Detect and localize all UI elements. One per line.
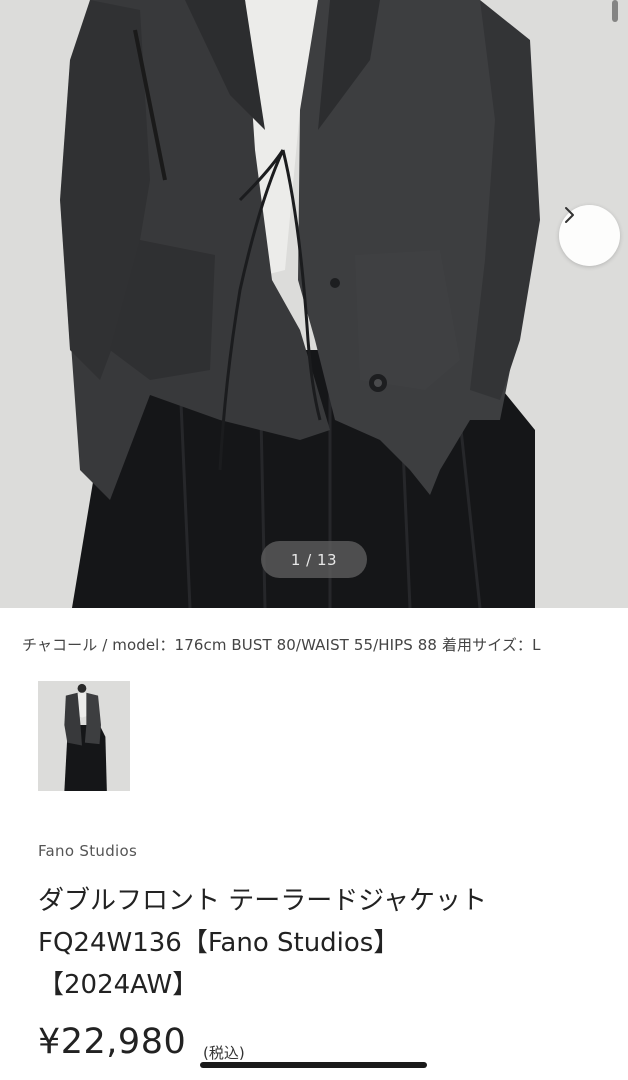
product-title-line: 【2024AW】 xyxy=(38,970,199,1000)
brand-name[interactable]: Fano Studios xyxy=(38,842,137,860)
product-price: ¥22,980 xyxy=(38,1022,187,1062)
image-caption: チャコール / model：176cm BUST 80/WAIST 55/HIP… xyxy=(22,636,541,654)
home-indicator xyxy=(200,1062,427,1068)
image-counter: 1 / 13 xyxy=(261,541,367,578)
product-title: ダブルフロント テーラードジャケット FQ24W136【Fano Studios… xyxy=(38,880,578,1006)
thumbnail-1[interactable] xyxy=(38,681,130,791)
tax-included-note: (税込) xyxy=(203,1044,245,1062)
product-title-line: ダブルフロント テーラードジャケット xyxy=(38,886,487,916)
chevron-right-icon xyxy=(565,207,574,223)
product-photo xyxy=(0,0,628,608)
next-image-button[interactable] xyxy=(559,205,620,266)
thumbnail-image xyxy=(38,681,130,791)
product-image-gallery[interactable]: 1 / 13 xyxy=(0,0,628,608)
product-title-line: FQ24W136【Fano Studios】 xyxy=(38,928,400,958)
scroll-indicator xyxy=(612,0,618,22)
